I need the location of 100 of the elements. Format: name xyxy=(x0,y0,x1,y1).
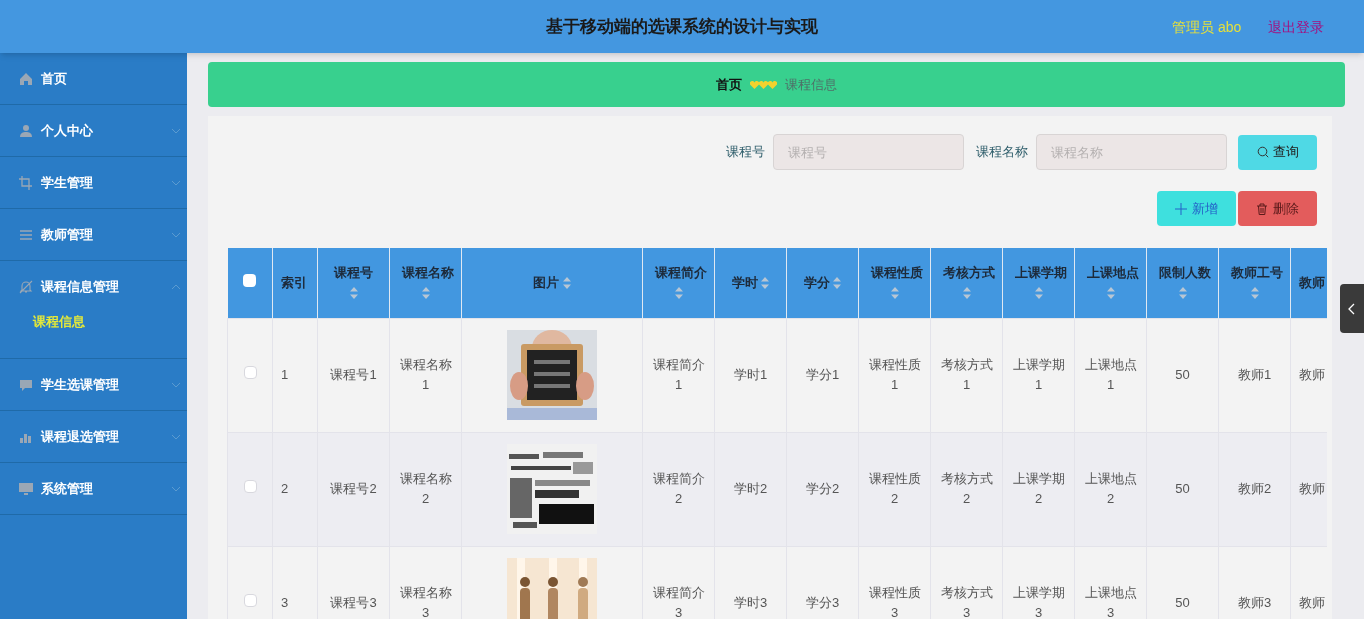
column-header[interactable]: 课程号 xyxy=(334,264,373,280)
table-cell: 课程性质1 xyxy=(868,357,921,392)
table-cell: 考核方式2 xyxy=(940,471,993,506)
sort-icon[interactable] xyxy=(1178,287,1187,300)
table-cell: 课程简介2 xyxy=(652,471,705,506)
table-cell: 上课学期1 xyxy=(1012,357,1065,392)
table-cell: 课程性质3 xyxy=(868,585,921,619)
crop-icon xyxy=(19,175,33,190)
column-header[interactable]: 学分 xyxy=(803,274,830,290)
trash-icon xyxy=(1256,202,1268,215)
table-cell: 学分1 xyxy=(805,367,840,382)
table-cell: 教师1 xyxy=(1237,367,1272,382)
list-icon xyxy=(19,227,33,242)
submenu-item[interactable]: 课程信息 xyxy=(0,312,187,358)
table-cell: 教师 xyxy=(1299,595,1325,610)
delete-button[interactable]: 删除 xyxy=(1238,191,1317,226)
column-header[interactable]: 上课学期 xyxy=(1015,264,1067,280)
table-cell: 考核方式1 xyxy=(940,357,993,392)
checkbox[interactable] xyxy=(243,274,257,287)
table-cell: 课程简介3 xyxy=(652,585,705,619)
column-header[interactable]: 考核方式 xyxy=(943,264,995,280)
sidebar-item[interactable]: 学生选课管理 xyxy=(0,359,187,410)
table-cell: 课程简介1 xyxy=(652,357,705,392)
sort-icon[interactable] xyxy=(833,277,842,290)
breadcrumb-item: 课程信息 xyxy=(785,75,837,94)
table-cell: 课程性质2 xyxy=(868,471,921,506)
table-cell: 考核方式3 xyxy=(940,585,993,619)
sidebar-item[interactable]: 课程退选管理 xyxy=(0,411,187,462)
table-cell: 1 xyxy=(281,367,289,382)
row-checkbox[interactable] xyxy=(243,480,257,494)
row-checkbox[interactable] xyxy=(243,594,257,608)
search-icon xyxy=(1256,146,1269,158)
user-icon xyxy=(19,123,33,138)
column-header[interactable]: 课程简介 xyxy=(655,264,707,280)
table-cell: 学分2 xyxy=(805,481,840,496)
table-cell: 教师3 xyxy=(1237,595,1272,610)
sidebar-item[interactable]: 学生管理 xyxy=(0,157,187,208)
column-header[interactable]: 教师工号 xyxy=(1231,264,1283,280)
sort-icon[interactable] xyxy=(890,287,899,300)
column-header[interactable]: 课程名称 xyxy=(402,264,454,280)
column-header[interactable]: 学时 xyxy=(731,274,758,290)
sidebar-item[interactable]: 个人中心 xyxy=(0,105,187,156)
table-cell: 50 xyxy=(1175,481,1190,496)
chat-icon xyxy=(19,377,33,392)
table-cell: 课程号1 xyxy=(330,367,377,382)
monitor-icon xyxy=(19,481,33,496)
sidebar-item[interactable]: 系统管理 xyxy=(0,463,187,514)
table-cell: 上课学期3 xyxy=(1012,585,1065,619)
sidebar-item[interactable]: 首页 xyxy=(0,53,187,104)
search-button[interactable]: 查询 xyxy=(1238,134,1317,170)
table-cell: 上课地点3 xyxy=(1084,585,1137,619)
sort-icon[interactable] xyxy=(349,287,358,300)
column-header[interactable]: 索引 xyxy=(281,274,307,290)
row-checkbox[interactable] xyxy=(243,366,257,380)
column-header[interactable]: 限制人数 xyxy=(1159,264,1211,280)
table-cell: 课程名称3 xyxy=(399,585,452,619)
table-cell: 学时3 xyxy=(733,595,768,610)
collapse-tab[interactable] xyxy=(1340,284,1364,333)
chevron-left-icon xyxy=(1348,302,1356,315)
sort-icon[interactable] xyxy=(421,287,430,300)
sort-icon[interactable] xyxy=(962,287,971,300)
field-label: 课程名称 xyxy=(976,143,1028,162)
sort-icon[interactable] xyxy=(761,277,770,290)
table-cell: 学时2 xyxy=(733,481,768,496)
table-cell: 教师2 xyxy=(1237,481,1272,496)
table-cell: 上课地点2 xyxy=(1084,471,1137,506)
site-title: 基于移动端的选课系统的设计与实现 xyxy=(546,15,818,38)
sort-icon[interactable] xyxy=(1250,287,1259,300)
hearts-icon xyxy=(750,80,777,89)
bell-icon xyxy=(19,279,33,294)
sort-icon[interactable] xyxy=(674,287,683,300)
plus-icon xyxy=(1175,202,1187,215)
home-icon xyxy=(19,71,33,86)
sidebar-item[interactable]: 课程信息管理 xyxy=(0,261,187,312)
table-cell: 教师 xyxy=(1299,367,1325,382)
table-cell: 上课地点1 xyxy=(1084,357,1137,392)
column-header[interactable]: 教师 xyxy=(1299,274,1325,290)
table-cell: 2 xyxy=(281,481,289,496)
sort-icon[interactable] xyxy=(1106,287,1115,300)
add-button[interactable]: 新增 xyxy=(1157,191,1236,226)
table-cell: 上课学期2 xyxy=(1012,471,1065,506)
table-cell: 50 xyxy=(1175,367,1190,382)
table-cell: 课程名称1 xyxy=(399,357,452,392)
breadcrumb-item[interactable]: 首页 xyxy=(716,74,742,95)
column-header[interactable]: 上课地点 xyxy=(1087,264,1139,280)
table-cell: 50 xyxy=(1175,595,1190,610)
table-cell: 学时1 xyxy=(733,367,768,382)
table-cell: 学分3 xyxy=(805,595,840,610)
column-header[interactable]: 图片 xyxy=(533,274,560,290)
table-cell: 课程名称2 xyxy=(399,471,452,506)
table-cell: 课程号3 xyxy=(330,595,377,610)
admin-name: 管理员 abo xyxy=(1172,18,1242,37)
sort-icon[interactable] xyxy=(1034,287,1043,300)
table-cell: 3 xyxy=(281,595,289,610)
sidebar-item[interactable]: 教师管理 xyxy=(0,209,187,260)
table-cell: 课程号2 xyxy=(330,481,377,496)
sort-icon[interactable] xyxy=(562,277,571,290)
field-label: 课程号 xyxy=(726,143,765,162)
column-header[interactable]: 课程性质 xyxy=(871,264,923,280)
table-cell: 教师 xyxy=(1299,481,1325,496)
